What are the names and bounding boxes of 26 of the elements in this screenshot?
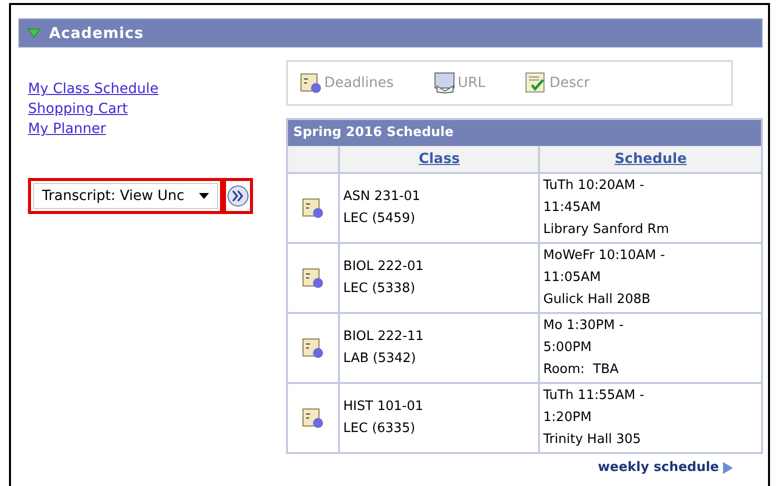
nav-link[interactable]: My Class Schedule <box>28 81 158 97</box>
play-arrow-icon <box>722 462 733 474</box>
schedule-cell-text: TuTh 11:55AM - 1:20PM Trinity Hall 305 <box>543 387 644 449</box>
class-cell-text: BIOL 222-11 LAB (5342) <box>343 328 424 368</box>
monitor-book-icon <box>434 72 456 94</box>
calendar-info-icon[interactable] <box>302 197 324 219</box>
class-cell-text: ASN 231-01 LEC (5459) <box>343 188 420 228</box>
schedule-cell-text: MoWeFr 10:10AM - 11:05AM Gulick Hall 208B <box>543 247 665 309</box>
document-check-icon <box>525 72 548 94</box>
calendar-info-icon <box>300 72 322 94</box>
calendar-info-icon[interactable] <box>302 267 324 289</box>
transcript-dropdown[interactable]: Transcript: View Unc <box>33 183 218 209</box>
column-header-link[interactable]: Class <box>418 151 460 167</box>
class-cell-text: BIOL 222-01 LEC (5338) <box>343 258 424 298</box>
calendar-info-icon[interactable] <box>302 337 324 359</box>
weekly-schedule-link[interactable]: weekly schedule <box>598 460 733 475</box>
nav-link[interactable]: Shopping Cart <box>28 101 128 117</box>
caret-icon <box>199 193 209 199</box>
class-cell-text: HIST 101-01 LEC (6335) <box>343 398 424 438</box>
calendar-info-icon[interactable] <box>302 407 324 429</box>
section-title: Academics <box>49 24 144 42</box>
table-title: Spring 2016 Schedule <box>288 120 761 146</box>
nav-link[interactable]: My Planner <box>28 121 106 137</box>
schedule-cell-text: Mo 1:30PM - 5:00PM Room: TBA <box>543 317 624 379</box>
go-button-icon[interactable] <box>227 185 249 207</box>
schedule-cell-text: TuTh 10:20AM - 11:45AM Library Sanford Rm <box>543 177 670 239</box>
